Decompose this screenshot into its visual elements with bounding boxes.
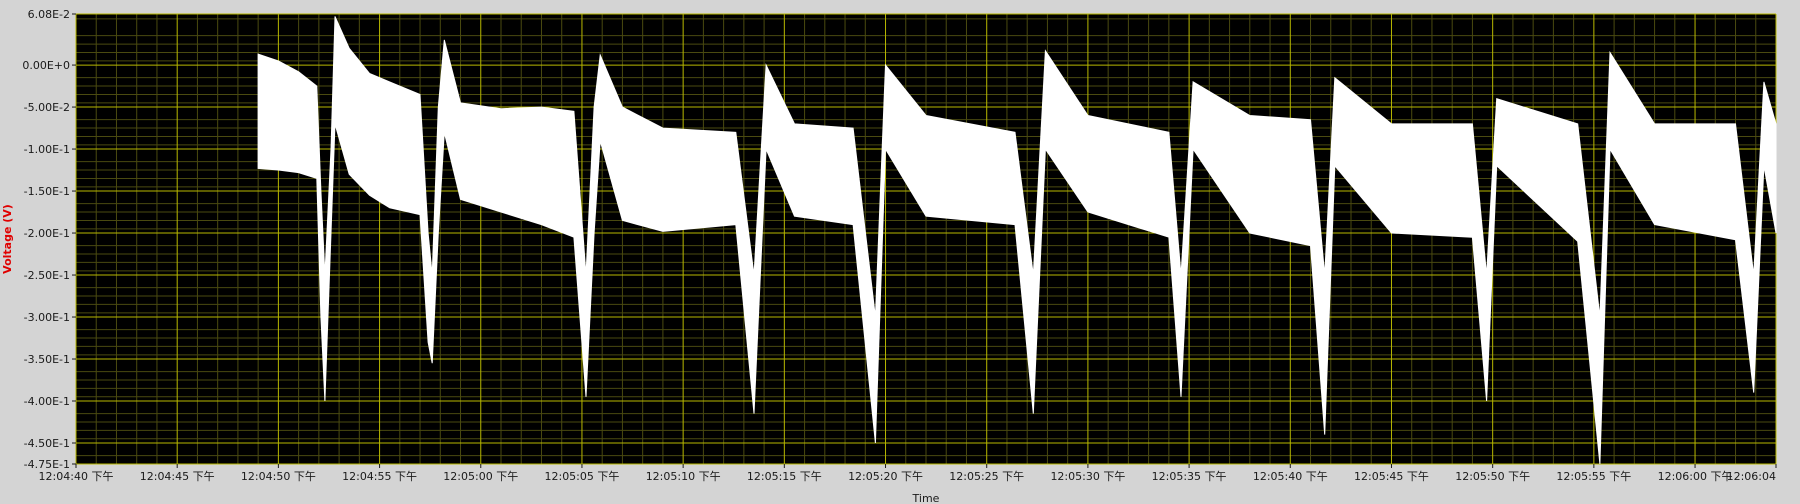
x-tick-label: 12:05:35 下午 [1152, 470, 1227, 483]
y-tick-label: -3.00E-1 [24, 311, 70, 324]
x-tick-label: 12:05:10 下午 [646, 470, 721, 483]
x-tick-label: 12:04:40 下午 [39, 470, 114, 483]
x-tick-label: 12:05:15 下午 [747, 470, 822, 483]
y-tick-label: -2.50E-1 [24, 269, 70, 282]
x-tick-label: 12:05:55 下午 [1556, 470, 1631, 483]
y-tick-label: -5.00E-2 [24, 101, 70, 114]
y-tick-label: -4.50E-1 [24, 437, 70, 450]
x-tick-label: 12:04:50 下午 [241, 470, 316, 483]
x-tick-label: 12:05:30 下午 [1050, 470, 1125, 483]
y-tick-label: -1.00E-1 [24, 143, 70, 156]
x-tick-label: 12:05:50 下午 [1455, 470, 1530, 483]
y-tick-label: -3.50E-1 [24, 353, 70, 366]
x-tick-label: 12:05:20 下午 [848, 470, 923, 483]
y-tick-label: 6.08E-2 [28, 8, 70, 21]
x-tick-label: 12:04:55 下午 [342, 470, 417, 483]
x-tick-label: 12:05:45 下午 [1354, 470, 1429, 483]
x-axis-label: Time [912, 492, 940, 504]
y-tick-label: -1.50E-1 [24, 185, 70, 198]
x-tick-label: 12:05:25 下午 [949, 470, 1024, 483]
y-tick-label: -4.00E-1 [24, 395, 70, 408]
x-tick-label: 12:06:00 下午 [1658, 470, 1733, 483]
x-tick-label: 12:05:40 下午 [1253, 470, 1328, 483]
x-tick-label: 12:05:05 下午 [544, 470, 619, 483]
voltage-chart: 6.08E-2 0.00E+0 -5.00E-2 -1.00E-1 -1.50E-1 -2… [0, 0, 1800, 504]
y-axis-label: Voltage (V) [1, 204, 14, 274]
x-tick-label: 12:04:45 下午 [140, 470, 215, 483]
y-tick-label: -2.00E-1 [24, 227, 70, 240]
y-tick-label: 0.00E+0 [22, 59, 70, 72]
x-tick-label: 12:05:00 下午 [443, 470, 518, 483]
x-tick-label: 12:06:04 [1727, 470, 1776, 483]
